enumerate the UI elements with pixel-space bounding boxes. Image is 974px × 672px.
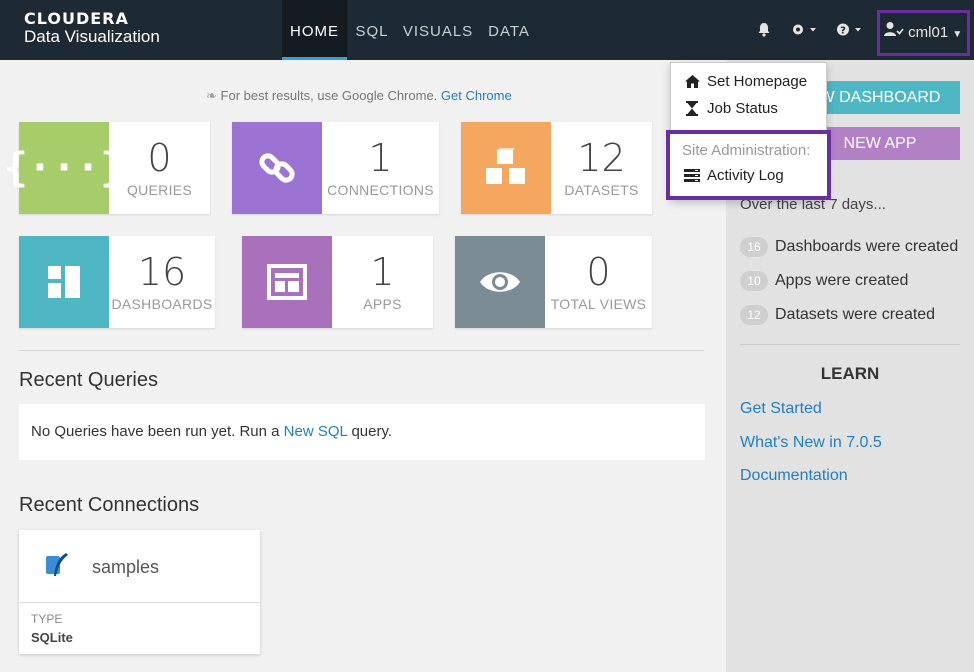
divider <box>19 350 704 351</box>
recent-connections-title: Recent Connections <box>19 494 200 516</box>
connections-tile[interactable]: 1 CONNECTIONS <box>232 122 439 214</box>
braces-icon: {···} <box>4 122 124 214</box>
menu-item-job-status[interactable]: Job Status <box>684 100 778 117</box>
tab-visuals[interactable]: VISUALS <box>400 0 476 60</box>
gear-icon[interactable] <box>791 22 817 40</box>
menu-item-set-homepage[interactable]: Set Homepage <box>684 73 807 90</box>
site-admin-heading: Site Administration: <box>682 142 811 159</box>
tab-data[interactable]: DATA <box>484 0 534 60</box>
brand-product[interactable]: Data Visualization <box>24 27 160 47</box>
browser-notice: ❧ For best results, use Google Chrome. G… <box>206 88 512 103</box>
dashboards-label: DASHBOARDS <box>111 296 213 312</box>
divider <box>740 344 960 345</box>
datasets-label: DATASETS <box>564 182 639 198</box>
tab-home[interactable]: HOME <box>282 0 347 60</box>
svg-text:?: ? <box>840 26 846 37</box>
stat-badge: 10 <box>740 271 768 291</box>
stat-badge: 16 <box>740 237 768 257</box>
total-views-tile[interactable]: 0 TOTAL VIEWS <box>455 236 652 328</box>
recent-queries-title: Recent Queries <box>19 369 158 391</box>
connections-count: 1 <box>368 136 393 180</box>
queries-label: QUERIES <box>126 182 193 198</box>
learn-title: LEARN <box>820 364 880 383</box>
dashboard-icon <box>19 236 109 328</box>
queries-count: 0 <box>147 136 172 180</box>
stat-apps: 10 Apps were created <box>740 271 908 291</box>
stat-dashboards: 16 Dashboards were created <box>740 237 958 257</box>
dashboards-tile[interactable]: 16 DASHBOARDS <box>19 236 215 328</box>
user-name: cml01 <box>908 24 949 41</box>
app-icon <box>242 236 332 328</box>
stat-badge: 12 <box>740 305 768 325</box>
total-views-count: 0 <box>586 250 611 294</box>
datasets-tile[interactable]: 12 DATASETS <box>461 122 652 214</box>
datasets-count: 12 <box>577 136 626 180</box>
help-icon[interactable]: ? <box>836 22 862 40</box>
leaf-icon: ❧ <box>206 88 217 103</box>
stat-datasets: 12 Datasets were created <box>740 305 935 325</box>
apps-tile[interactable]: 1 APPS <box>242 236 433 328</box>
site-admin-highlight <box>666 130 831 200</box>
get-chrome-link[interactable]: Get Chrome <box>441 88 512 103</box>
total-views-label: TOTAL VIEWS <box>550 296 647 312</box>
tab-sql[interactable]: SQL <box>351 0 393 60</box>
hourglass-icon <box>684 101 700 116</box>
apps-count: 1 <box>370 250 395 294</box>
connection-name: samples <box>92 557 160 577</box>
divider <box>19 602 260 603</box>
whats-new-link[interactable]: What's New in 7.0.5 <box>740 434 882 452</box>
get-started-link[interactable]: Get Started <box>740 400 822 418</box>
home-icon <box>684 75 700 88</box>
dashboards-count: 16 <box>137 250 187 294</box>
sqlite-icon <box>44 552 70 583</box>
connections-label: CONNECTIONS <box>327 182 434 198</box>
menu-item-activity-log[interactable]: Activity Log <box>684 167 784 184</box>
eye-icon <box>455 236 545 328</box>
link-icon <box>232 122 322 214</box>
recent-queries-empty: No Queries have been run yet. Run a New … <box>19 404 705 460</box>
apps-label: APPS <box>363 296 402 312</box>
new-sql-link[interactable]: New SQL <box>284 423 348 440</box>
top-navbar: CLOUDERA Data Visualization HOME SQL VIS… <box>0 0 974 60</box>
connection-type-label: TYPE <box>31 612 63 626</box>
connection-type: SQLite <box>31 630 73 645</box>
bell-icon[interactable] <box>757 22 771 40</box>
documentation-link[interactable]: Documentation <box>740 467 848 485</box>
brand-name: CLOUDERA <box>24 9 129 28</box>
connection-card[interactable]: samples TYPE SQLite <box>19 530 260 654</box>
queries-tile[interactable]: {···} 0 QUERIES <box>4 122 210 214</box>
user-icon <box>884 13 904 53</box>
server-icon <box>684 169 700 182</box>
cubes-icon <box>461 122 551 214</box>
user-menu[interactable]: cml01 ▼ <box>877 10 970 56</box>
chevron-down-icon: ▼ <box>952 29 963 40</box>
